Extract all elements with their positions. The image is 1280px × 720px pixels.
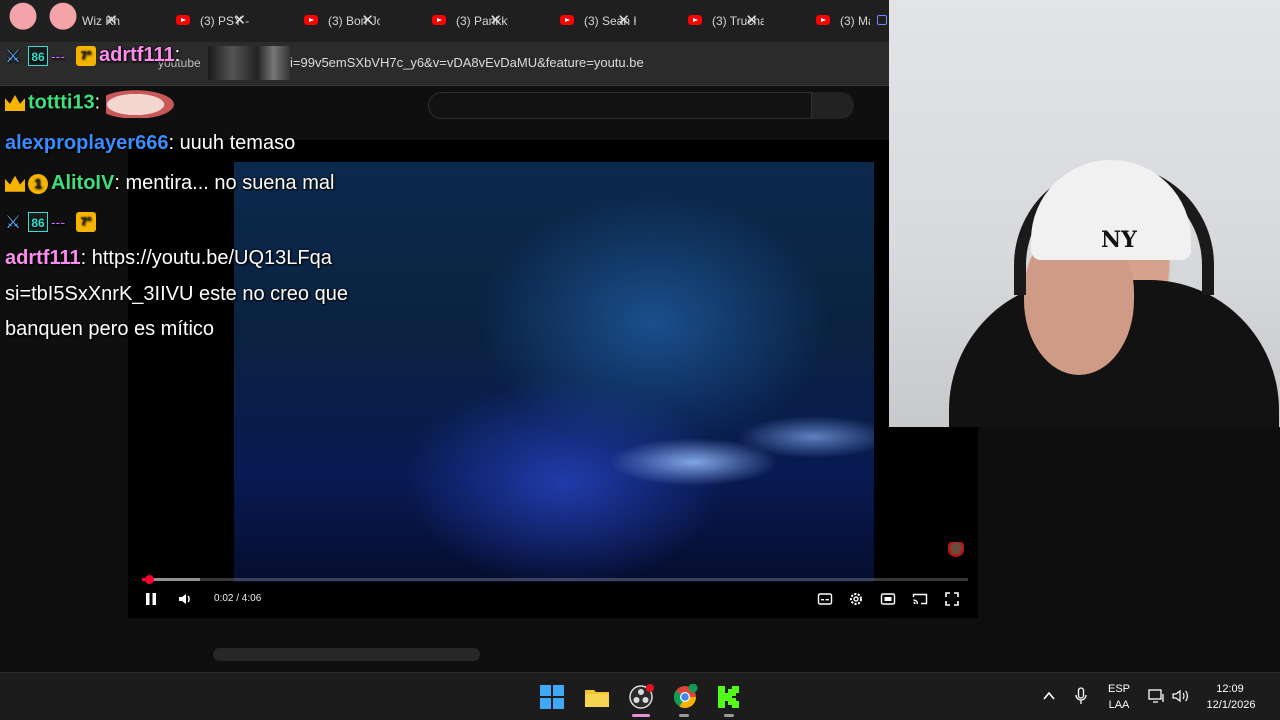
search-button[interactable] [812,92,854,119]
youtube-favicon-icon [560,15,574,25]
cast-icon[interactable] [911,591,929,607]
chat-message: tottti13: [5,88,180,118]
active-app-indicator [632,714,650,717]
youtube-favicon-icon [816,15,830,25]
close-tab-icon[interactable]: ✕ [489,11,502,29]
chat-username: alexproplayer666 [5,132,169,154]
youtube-favicon-icon [432,15,446,25]
chevron-up-icon[interactable] [1042,690,1056,702]
sword-badge-icon: ⚔ [5,45,22,66]
volume-icon[interactable] [176,591,194,607]
browser-tab[interactable]: (3) Sean Ki ✕ [512,0,640,42]
tab-label: (3) Ma [840,14,870,28]
volume-tray-icon[interactable] [1172,688,1190,704]
chat-text: mentira... no suena mal [125,172,335,194]
progress-scrubber[interactable] [144,575,154,584]
dash-badge-icon: ‐‐‐ [51,47,65,64]
browser-tab[interactable]: (3) Ma [768,0,889,42]
title-placeholder [213,648,480,661]
chat-text-continued: banquen pero es mítico [5,318,215,340]
chat-text: uuuh temaso [179,132,296,154]
taskbar: ESP LAA 12:09 12/1/2026 [0,672,1280,720]
ny-logo-icon: NY [1101,227,1137,253]
chat-text-continued: si=tbI5SxXnrK_3IIVU este no creo que [5,283,348,305]
settings-gear-icon[interactable] [847,591,865,607]
emote-icon [105,88,180,118]
microphone-icon[interactable] [1074,687,1088,705]
dash-badge-icon: ‐‐‐ [51,213,65,230]
webcam-feed: NY [889,0,1280,427]
chat-username: AlitoIV [51,172,115,194]
stream-chat-overlay: ⚔ 86 ‐‐‐ 7° adrtf111: tottti13: alexproplaye… [0,0,420,360]
close-tab-icon[interactable]: ✕ [617,11,630,29]
running-app-indicator [679,714,689,717]
keyboard-layout-indicator[interactable]: LAA [1106,699,1132,711]
chat-message: 1 AlitoIV: mentira... no suena mal [5,172,334,195]
chat-username: adrtf111 [5,247,81,269]
chat-message: ⚔ 86 ‐‐‐ 7° adrtf111: [5,44,181,66]
time-display: 0:02 / 4:06 [214,593,262,604]
pause-icon[interactable] [142,591,160,607]
gold-badge-icon: 7° [76,211,96,232]
channel-watermark-icon[interactable] [948,542,964,560]
kick-icon[interactable] [716,684,742,710]
close-tab-icon[interactable]: ✕ [745,11,758,29]
clock-time[interactable]: 12:09 [1200,683,1260,695]
tab-overflow-icon[interactable] [877,15,887,25]
chat-badge-row: ⚔ 86 ‐‐‐ 7° [5,210,99,233]
clock-date[interactable]: 12/1/2026 [1200,699,1262,711]
youtube-favicon-icon [688,15,702,25]
chrome-icon[interactable] [672,684,698,710]
sword-badge-icon: ⚔ [5,211,22,232]
file-explorer-icon[interactable] [584,684,610,710]
language-indicator[interactable]: ESP [1106,683,1132,695]
level-badge-icon: 86 [28,211,48,232]
chat-message: alexproplayer666: uuuh temaso [5,132,296,154]
crown-badge-icon [5,95,25,111]
chat-username: adrtf111 [99,44,175,66]
theater-mode-icon[interactable] [879,591,897,607]
chat-username: tottti13 [28,91,95,114]
obs-icon[interactable] [628,684,654,710]
browser-tab[interactable]: (3) Trucha ✕ [640,0,768,42]
windows-start-icon[interactable] [539,684,565,710]
gold-badge-icon: 7° [76,45,96,66]
search-input[interactable] [428,92,812,119]
captions-icon[interactable] [816,591,834,607]
number-badge-icon: 1 [28,173,48,194]
chat-text: https://youtu.be/UQ13LFqa [91,247,332,269]
chat-message: adrtf111: https://youtu.be/UQ13LFqa [5,247,332,269]
level-badge-icon: 86 [28,45,48,66]
fullscreen-icon[interactable] [943,591,961,607]
progress-bar[interactable] [142,578,968,581]
network-icon[interactable] [1148,688,1166,704]
running-app-indicator [724,714,734,717]
crown-badge-icon [5,175,25,192]
